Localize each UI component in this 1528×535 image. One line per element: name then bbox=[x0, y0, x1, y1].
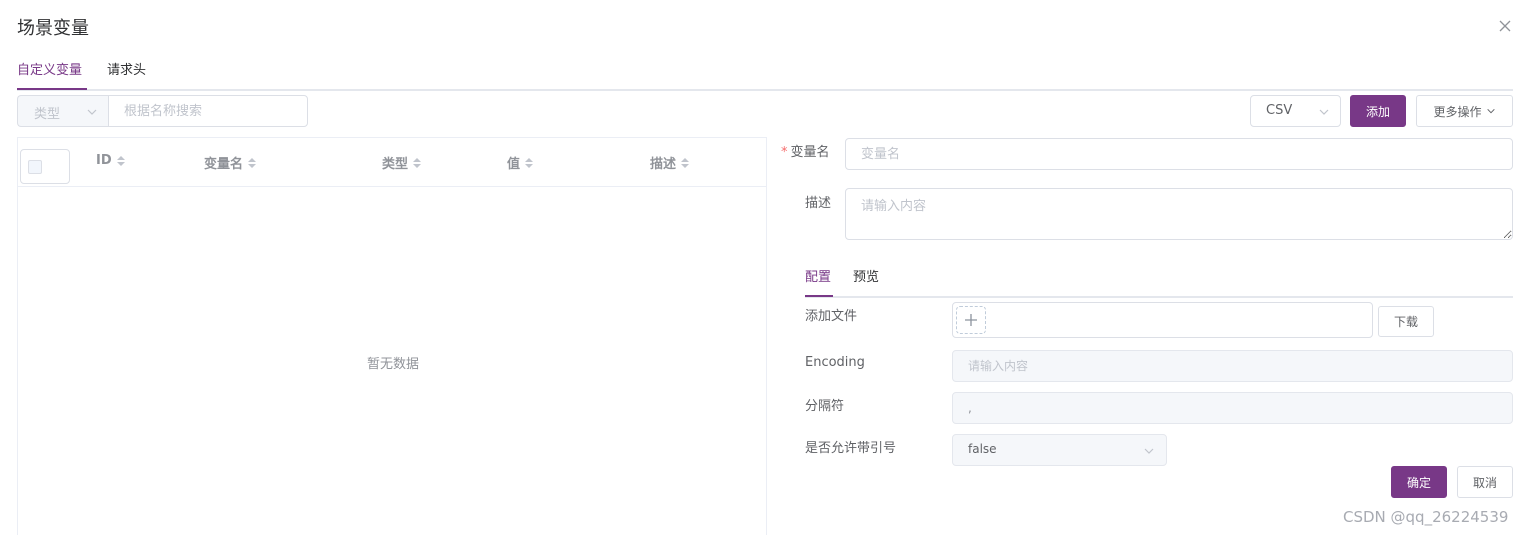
select-all-checkbox[interactable] bbox=[28, 160, 42, 174]
column-header-name[interactable]: 变量名 bbox=[204, 153, 257, 172]
active-tab-indicator bbox=[17, 88, 87, 90]
chevron-down-icon bbox=[1319, 109, 1329, 115]
dialog-title: 场景变量 bbox=[17, 18, 89, 39]
sort-icon[interactable] bbox=[116, 154, 126, 168]
column-header-label: 变量名 bbox=[204, 157, 244, 172]
download-button[interactable]: 下载 bbox=[1378, 306, 1434, 337]
column-header-label: 值 bbox=[507, 157, 521, 172]
description-label: 描述 bbox=[805, 196, 832, 211]
type-filter-placeholder: 类型 bbox=[34, 107, 61, 122]
tab-request-headers[interactable]: 请求头 bbox=[107, 60, 146, 82]
allow-quotes-value: false bbox=[968, 442, 997, 456]
active-sub-tab-indicator bbox=[805, 295, 833, 297]
chevron-down-icon bbox=[87, 109, 97, 115]
variable-name-input[interactable] bbox=[845, 138, 1513, 170]
tab-config[interactable]: 配置 bbox=[805, 267, 831, 289]
more-actions-label: 更多操作 bbox=[1433, 104, 1482, 119]
file-upload-box bbox=[952, 302, 1373, 338]
import-type-select[interactable]: CSV bbox=[1250, 95, 1341, 127]
tabs-divider bbox=[17, 89, 1513, 91]
add-file-label: 添加文件 bbox=[805, 309, 858, 324]
sort-icon[interactable] bbox=[680, 156, 690, 170]
required-marker: * bbox=[781, 145, 788, 160]
column-header-type[interactable]: 类型 bbox=[382, 153, 422, 172]
watermark: CSDN @qq_26224539 bbox=[1343, 508, 1509, 526]
upload-button[interactable] bbox=[956, 306, 986, 334]
column-header-label: 描述 bbox=[650, 157, 677, 172]
chevron-down-icon bbox=[1486, 108, 1495, 114]
column-header-label: 类型 bbox=[382, 157, 409, 172]
delimiter-input[interactable] bbox=[952, 392, 1513, 424]
cancel-button[interactable]: 取消 bbox=[1457, 466, 1513, 498]
more-actions-button[interactable]: 更多操作 bbox=[1416, 95, 1513, 127]
add-button[interactable]: 添加 bbox=[1350, 95, 1406, 127]
tab-custom-variables[interactable]: 自定义变量 bbox=[17, 60, 82, 82]
column-header-value[interactable]: 值 bbox=[507, 153, 534, 172]
name-label-text: 变量名 bbox=[790, 145, 830, 160]
type-filter-select[interactable]: 类型 bbox=[17, 95, 109, 127]
tab-preview[interactable]: 预览 bbox=[853, 267, 879, 289]
sort-icon[interactable] bbox=[412, 156, 422, 170]
allow-quotes-select[interactable]: false bbox=[952, 434, 1167, 466]
column-header-label: ID bbox=[96, 153, 112, 168]
encoding-input[interactable] bbox=[952, 350, 1513, 382]
plus-icon bbox=[965, 314, 977, 326]
sub-tabs-divider bbox=[805, 296, 1513, 298]
name-label: * 变量名 bbox=[781, 143, 830, 163]
column-header-id[interactable]: ID bbox=[96, 153, 126, 168]
delimiter-label: 分隔符 bbox=[805, 399, 845, 414]
table-header: ID 变量名 类型 值 描述 bbox=[18, 138, 766, 187]
allow-quotes-label: 是否允许带引号 bbox=[805, 441, 897, 456]
sort-icon[interactable] bbox=[247, 156, 257, 170]
variables-table: ID 变量名 类型 值 描述 暂无数据 bbox=[17, 137, 767, 535]
import-type-value: CSV bbox=[1266, 103, 1293, 118]
encoding-label: Encoding bbox=[805, 355, 865, 370]
chevron-down-icon bbox=[1144, 448, 1154, 454]
description-textarea[interactable] bbox=[845, 188, 1513, 240]
confirm-button[interactable]: 确定 bbox=[1391, 466, 1447, 498]
select-all-cell[interactable] bbox=[20, 149, 70, 184]
sort-icon[interactable] bbox=[524, 156, 534, 170]
search-input[interactable] bbox=[108, 95, 308, 127]
close-icon[interactable] bbox=[1493, 14, 1517, 38]
column-header-description[interactable]: 描述 bbox=[650, 153, 690, 172]
empty-text: 暂无数据 bbox=[366, 357, 419, 372]
